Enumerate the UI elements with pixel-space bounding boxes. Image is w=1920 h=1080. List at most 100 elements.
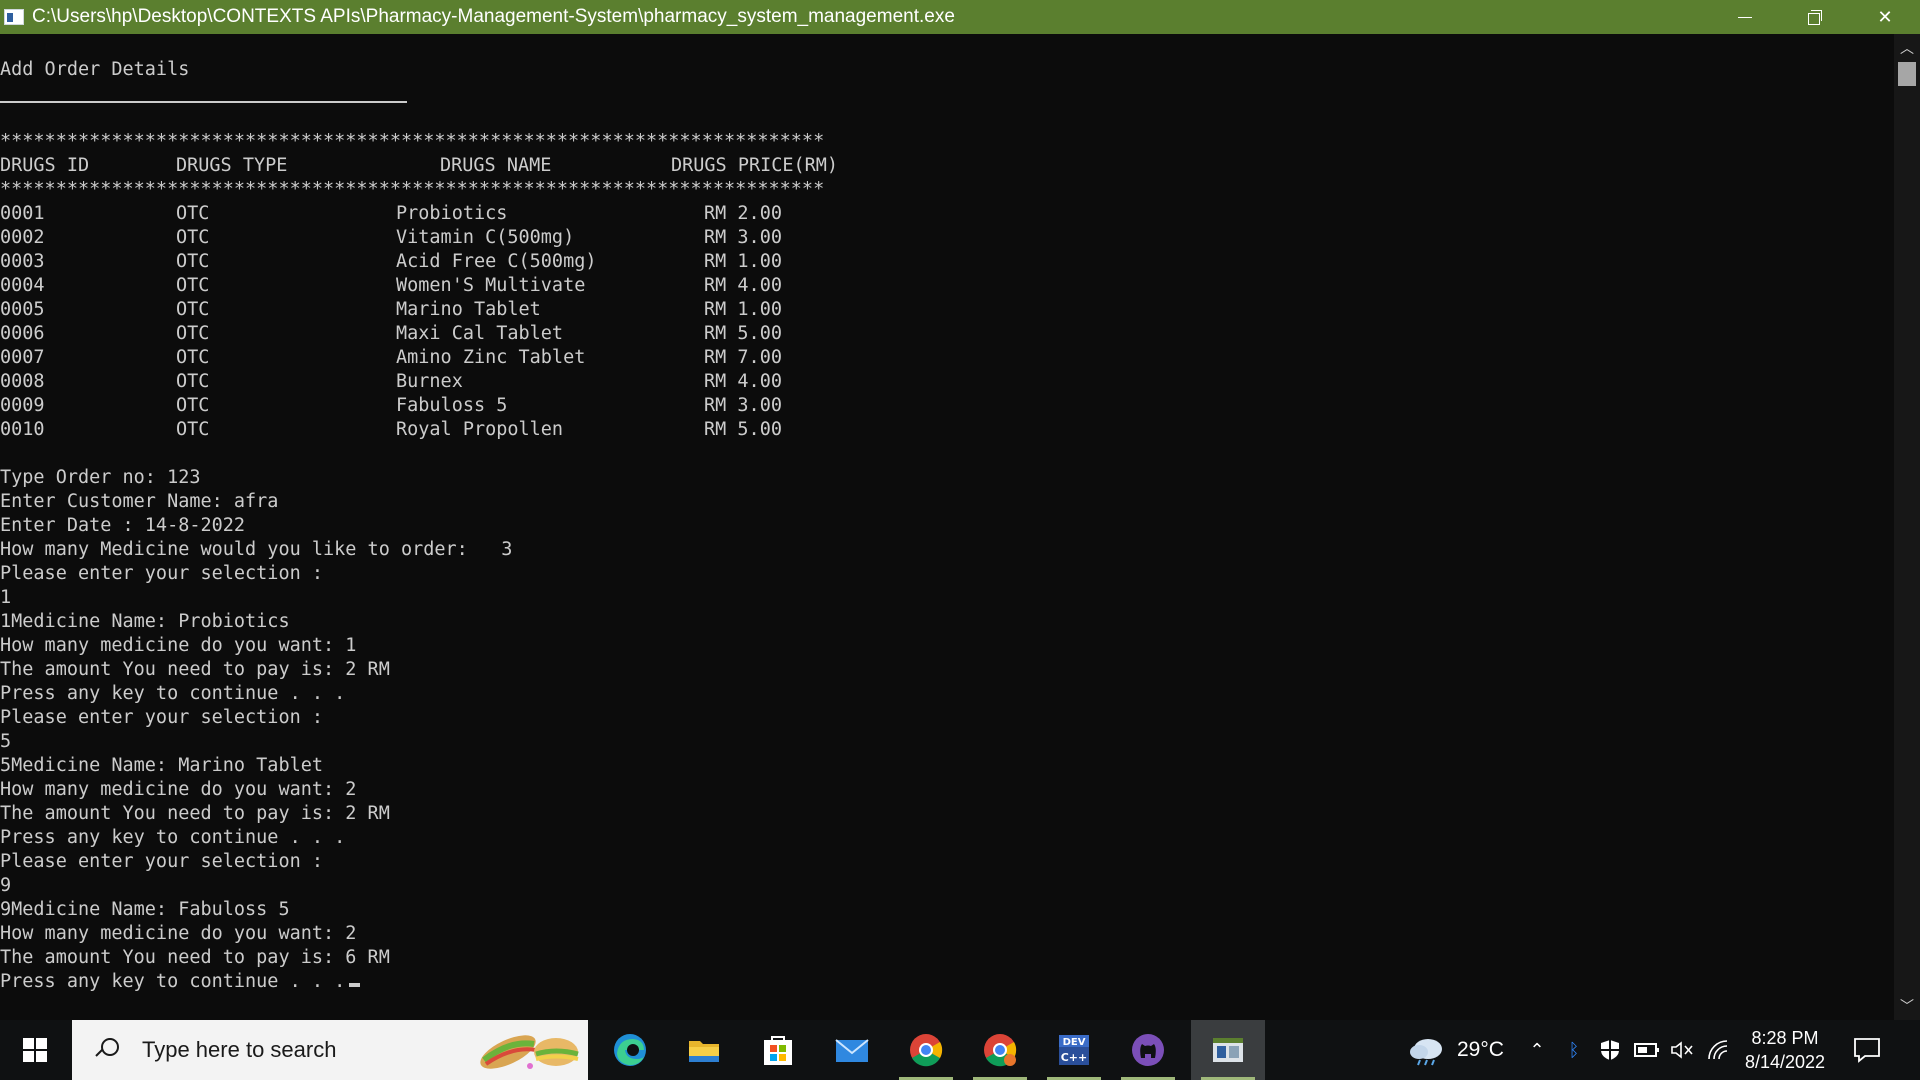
table-separator-bottom: ****************************************… [0, 179, 825, 200]
table-row: 0006 OTC Maxi Cal Tablet RM 5.00 [0, 322, 900, 346]
edge-icon [614, 1034, 646, 1066]
search-icon [94, 1037, 120, 1063]
header-drugs-id: DRUGS ID [0, 155, 90, 176]
microsoft-store-icon [764, 1036, 792, 1065]
notifications-icon[interactable] [1852, 1035, 1882, 1065]
console-output-text: Please enter your selection : [0, 707, 324, 728]
taskbar-edge[interactable] [593, 1020, 667, 1080]
drug-price: RM 7.00 [704, 347, 782, 368]
drug-price: RM 4.00 [704, 371, 782, 392]
console-output-text: Press any key to continue . . . [0, 827, 346, 848]
drug-type: OTC [176, 299, 210, 320]
header-drugs-name: DRUGS NAME [440, 155, 552, 176]
console-output-line: 1 [0, 586, 11, 610]
console-output-line: Please enter your selection : [0, 562, 323, 586]
console-output-line: Enter Date : 14-8-2022 [0, 514, 245, 538]
taskbar-devcpp[interactable]: DEV C++ [1037, 1020, 1111, 1080]
drug-type: OTC [176, 323, 210, 344]
table-row: 0007 OTC Amino Zinc Tablet RM 7.00 [0, 346, 900, 370]
taskbar-chrome-profile[interactable] [963, 1020, 1037, 1080]
console-output-text: How many medicine do you want: 2 [0, 923, 357, 944]
start-button[interactable] [0, 1020, 70, 1080]
security-shield-icon[interactable] [1598, 1038, 1622, 1062]
chrome-profile-icon [984, 1034, 1017, 1067]
clock-date: 8/14/2022 [1744, 1052, 1826, 1072]
battery-icon[interactable] [1634, 1040, 1660, 1060]
taskbar-chrome[interactable] [889, 1020, 963, 1080]
drug-name: Probiotics [396, 203, 508, 224]
drug-price: RM 3.00 [704, 395, 782, 416]
console-output-line: Enter Customer Name: afra [0, 490, 278, 514]
console-output-line: 9 [0, 874, 11, 898]
weather-temperature[interactable]: 29°C [1457, 1020, 1504, 1080]
console-output-line: How many medicine do you want: 2 [0, 778, 356, 802]
console-output-text: The amount You need to pay is: 2 RM [0, 659, 390, 680]
table-row: 0010 OTC Royal Propollen RM 5.00 [0, 418, 900, 442]
bluetooth-icon[interactable]: ᛒ [1563, 1020, 1585, 1080]
restore-button[interactable] [1780, 0, 1850, 34]
console-output-text: Please enter your selection : [0, 851, 324, 872]
console-output-text: Press any key to continue . . . [0, 971, 346, 992]
scroll-down-icon[interactable]: ﹀ [1894, 994, 1920, 1018]
drug-price: RM 3.00 [704, 227, 782, 248]
console-output-line: How many Medicine would you like to orde… [0, 538, 512, 562]
taskbar-file-explorer[interactable] [667, 1020, 741, 1080]
drug-id: 0005 [0, 299, 45, 320]
drug-type: OTC [176, 419, 210, 440]
console-output-text: How many Medicine would you like to orde… [0, 539, 513, 560]
svg-text:C++: C++ [1061, 1051, 1088, 1064]
taskbar-github-desktop[interactable] [1111, 1020, 1185, 1080]
taskbar-store[interactable] [741, 1020, 815, 1080]
console-output-text: How many medicine do you want: 1 [0, 635, 357, 656]
drug-type: OTC [176, 251, 210, 272]
console-output-text: 5 [0, 731, 12, 752]
vertical-scrollbar[interactable]: ︿ ﹀ [1894, 34, 1920, 1020]
console-output-line: The amount You need to pay is: 2 RM [0, 658, 390, 682]
wifi-icon[interactable] [1706, 1038, 1730, 1062]
drug-id: 0009 [0, 395, 45, 416]
volume-muted-icon[interactable] [1670, 1040, 1694, 1060]
window-titlebar[interactable]: C:\Users\hp\Desktop\CONTEXTS APIs\Pharma… [0, 0, 1920, 34]
console-output-line: 9Medicine Name: Fabuloss 5 [0, 898, 290, 922]
drug-id: 0006 [0, 323, 45, 344]
drug-name: Marino Tablet [396, 299, 541, 320]
taskbar-clock[interactable]: 8:28 PM 8/14/2022 [1730, 1026, 1840, 1074]
console-output[interactable]: Add Order Details **********************… [0, 34, 1894, 1020]
table-header-row: DRUGS ID DRUGS TYPE DRUGS NAME DRUGS PRI… [0, 154, 900, 178]
table-row: 0003 OTC Acid Free C(500mg) RM 1.00 [0, 250, 900, 274]
drug-name: Maxi Cal Tablet [396, 323, 564, 344]
taskbar-search-box[interactable]: Type here to search [72, 1020, 588, 1080]
weather-cloud-icon[interactable] [1408, 1034, 1446, 1066]
drug-type: OTC [176, 347, 210, 368]
header-drugs-type: DRUGS TYPE [176, 155, 288, 176]
console-output-text: Enter Customer Name: afra [0, 491, 279, 512]
drug-price: RM 4.00 [704, 275, 782, 296]
chrome-icon [910, 1034, 943, 1067]
show-hidden-icons-icon[interactable]: ⌃ [1526, 1020, 1548, 1080]
clock-time: 8:28 PM [1751, 1028, 1819, 1048]
taskbar-mail[interactable] [815, 1020, 889, 1080]
table-row: 0005 OTC Marino Tablet RM 1.00 [0, 298, 900, 322]
drug-price: RM 1.00 [704, 251, 782, 272]
console-window-icon[interactable] [4, 9, 24, 25]
scrollbar-thumb[interactable] [1898, 62, 1916, 86]
console-output-line: Press any key to continue . . . [0, 970, 361, 994]
drug-id: 0003 [0, 251, 45, 272]
console-output-text: 1 [0, 587, 12, 608]
console-output-line: Please enter your selection : [0, 706, 323, 730]
table-row: 0004 OTC Women'S Multivate RM 4.00 [0, 274, 900, 298]
close-button[interactable]: ✕ [1850, 0, 1920, 34]
table-row: 0001 OTC Probiotics RM 2.00 [0, 202, 900, 226]
search-placeholder: Type here to search [142, 1037, 337, 1062]
console-output-line: 1Medicine Name: Probiotics [0, 610, 290, 634]
console-output-line: The amount You need to pay is: 2 RM [0, 802, 390, 826]
search-highlight-sandwich-icon [480, 1035, 579, 1069]
scroll-up-icon[interactable]: ︿ [1894, 36, 1920, 60]
console-output-text: Enter Date : 14-8-2022 [0, 515, 246, 536]
console-output-line: Press any key to continue . . . [0, 682, 345, 706]
drug-type: OTC [176, 371, 210, 392]
console-output-line: Please enter your selection : [0, 850, 323, 874]
drug-name: Acid Free C(500mg) [396, 251, 597, 272]
minimize-button[interactable] [1710, 0, 1780, 34]
taskbar-console-app[interactable] [1191, 1020, 1265, 1080]
